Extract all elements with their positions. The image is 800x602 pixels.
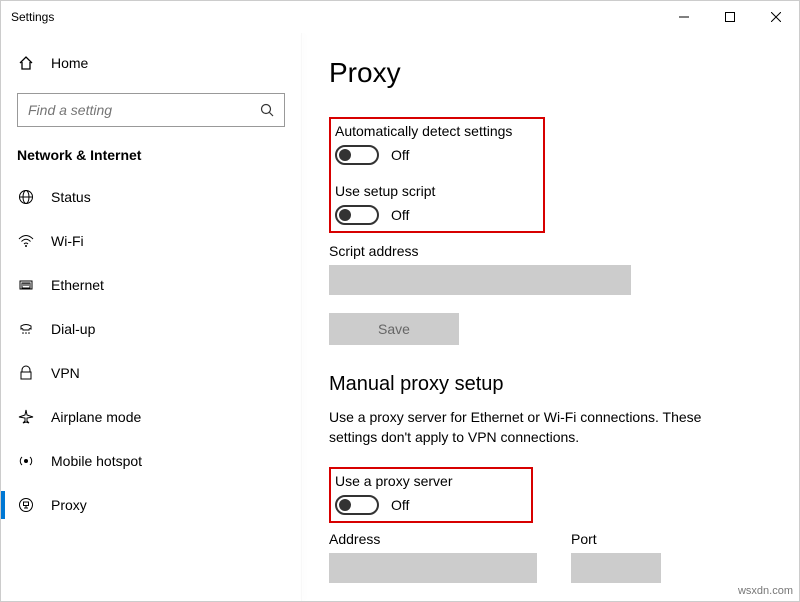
script-address-input [329, 265, 631, 295]
sidebar-item-label: Ethernet [51, 277, 104, 293]
minimize-icon [679, 12, 689, 22]
watermark: wsxdn.com [738, 585, 793, 597]
port-input [571, 553, 661, 583]
search-icon [250, 103, 284, 118]
sidebar-item-label: Wi-Fi [51, 233, 84, 249]
sidebar-item-status[interactable]: Status [1, 175, 301, 219]
setup-script-label: Use setup script [335, 183, 537, 199]
search-box[interactable] [17, 93, 285, 127]
proxy-icon [17, 496, 35, 514]
wifi-icon [17, 232, 35, 250]
sidebar-item-label: Proxy [51, 497, 87, 513]
toggle-knob [339, 149, 351, 161]
address-input [329, 553, 537, 583]
ethernet-icon [17, 276, 35, 294]
sidebar-section-header: Network & Internet [1, 139, 301, 175]
setup-script-state: Off [391, 207, 409, 223]
toggle-knob [339, 209, 351, 221]
sidebar-item-vpn[interactable]: VPN [1, 351, 301, 395]
titlebar: Settings [1, 1, 799, 33]
setup-script-toggle[interactable] [335, 205, 379, 225]
manual-setup-header: Manual proxy setup [329, 373, 771, 396]
dialup-icon [17, 320, 35, 338]
sidebar-item-dialup[interactable]: Dial-up [1, 307, 301, 351]
close-button[interactable] [753, 1, 799, 33]
sidebar-item-wifi[interactable]: Wi-Fi [1, 219, 301, 263]
use-proxy-label: Use a proxy server [335, 473, 525, 489]
divider [301, 33, 302, 601]
sidebar-item-proxy[interactable]: Proxy [1, 483, 301, 527]
save-button: Save [329, 313, 459, 345]
toggle-knob [339, 499, 351, 511]
globe-icon [17, 188, 35, 206]
auto-detect-state: Off [391, 147, 409, 163]
nav-home[interactable]: Home [1, 41, 301, 85]
nav-home-label: Home [51, 55, 88, 71]
maximize-button[interactable] [707, 1, 753, 33]
search-input[interactable] [18, 102, 250, 118]
sidebar-item-label: VPN [51, 365, 80, 381]
hotspot-icon [17, 452, 35, 470]
minimize-button[interactable] [661, 1, 707, 33]
sidebar-item-label: Airplane mode [51, 409, 141, 425]
home-icon [17, 54, 35, 72]
sidebar-item-label: Status [51, 189, 91, 205]
window-controls [661, 1, 799, 33]
sidebar-item-hotspot[interactable]: Mobile hotspot [1, 439, 301, 483]
sidebar-item-label: Mobile hotspot [51, 453, 142, 469]
auto-detect-label: Automatically detect settings [335, 123, 537, 139]
auto-detect-toggle[interactable] [335, 145, 379, 165]
use-proxy-toggle[interactable] [335, 495, 379, 515]
airplane-icon [17, 408, 35, 426]
sidebar-item-ethernet[interactable]: Ethernet [1, 263, 301, 307]
vpn-icon [17, 364, 35, 382]
address-label: Address [329, 531, 537, 547]
maximize-icon [725, 12, 735, 22]
content-pane: Proxy Automatically detect settings Off … [301, 33, 799, 601]
use-proxy-state: Off [391, 497, 409, 513]
page-title: Proxy [329, 57, 771, 89]
port-label: Port [571, 531, 661, 547]
window-title: Settings [11, 10, 661, 24]
sidebar: Home Network & Internet Status [1, 33, 301, 601]
script-address-label: Script address [329, 243, 771, 259]
sidebar-item-airplane[interactable]: Airplane mode [1, 395, 301, 439]
highlight-box-proxy: Use a proxy server Off [329, 467, 533, 523]
close-icon [771, 12, 781, 22]
highlight-box-auto: Automatically detect settings Off Use se… [329, 117, 545, 233]
manual-setup-desc: Use a proxy server for Ethernet or Wi-Fi… [329, 408, 749, 447]
sidebar-item-label: Dial-up [51, 321, 95, 337]
